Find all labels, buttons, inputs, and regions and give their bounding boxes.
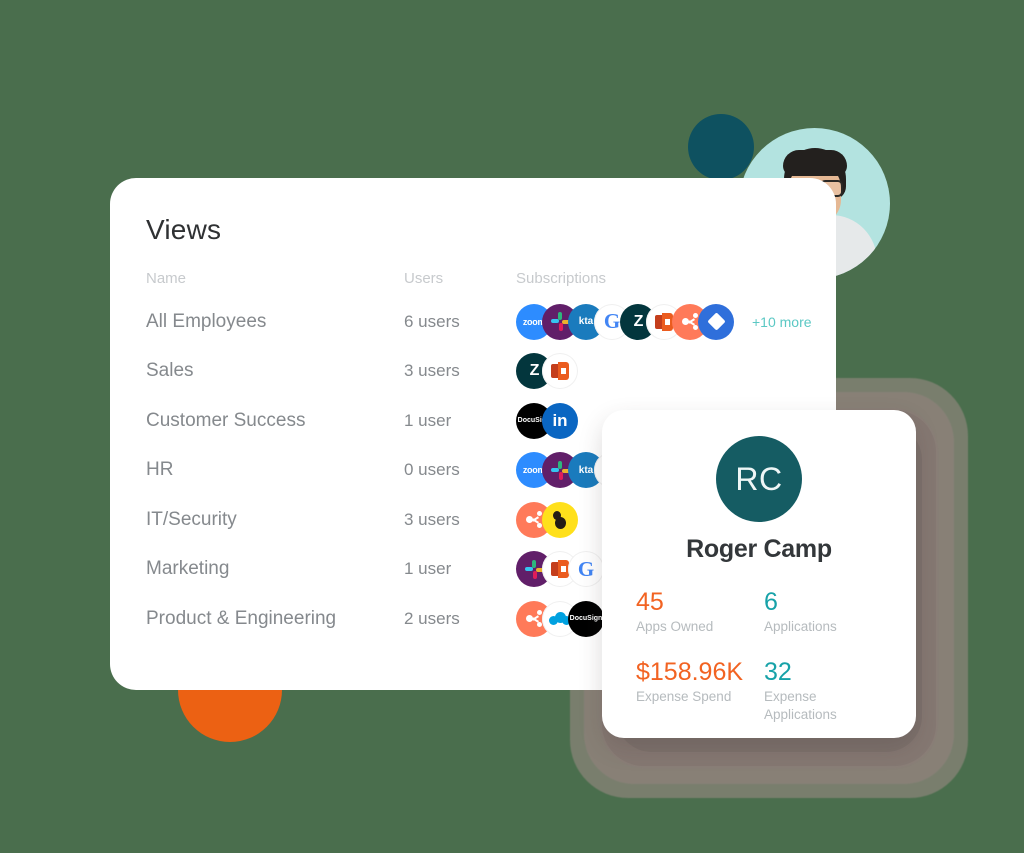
view-subscriptions: Z [516,353,816,390]
avatar-initials: RC [735,460,783,497]
profile-stats-grid: 45 Apps Owned 6 Applications $158.96K Expense… [636,588,892,723]
stat-value: $158.96K [636,657,744,686]
avatar: RC [716,436,802,522]
view-name: Sales [146,360,194,382]
app-icon-stack: zoom kta G Z [516,303,734,340]
teal-circle-decoration [688,114,754,180]
stat-label: Applications [764,619,837,634]
view-name: HR [146,459,174,481]
view-name: Marketing [146,558,230,580]
column-header-subscriptions: Subscriptions [516,270,607,287]
view-user-count: 3 users [404,361,460,381]
app-icon-stack: DocuSign in [516,402,578,439]
docusign-icon[interactable]: DocuSign [568,600,604,637]
stat-cell: $158.96K Expense Spend [636,658,764,724]
app-icon-stack: Z [516,353,578,390]
app-icon-stack: G [516,551,604,588]
view-name: Product & Engineering [146,607,337,629]
table-header-row: Name Users Subscriptions [146,270,816,297]
google-icon[interactable]: G [568,551,604,588]
app-icon-stack [516,501,578,538]
view-subscriptions: zoom kta G Z +10 more [516,303,816,340]
view-user-count: 6 users [404,311,460,331]
stat-cell: 6 Applications [764,588,892,636]
view-name: IT/Security [146,508,237,530]
photo-hair-front [782,150,847,176]
stat-label: Apps Owned [636,619,714,634]
mailchimp-icon[interactable] [542,501,578,538]
stat-label: Expense Spend [636,688,732,704]
view-user-count: 2 users [404,608,460,628]
stat-cell: 45 Apps Owned [636,588,764,636]
stat-value: 45 [636,588,664,616]
view-user-count: 0 users [404,460,460,480]
view-user-count: 1 user [404,410,452,430]
office-icon[interactable] [542,353,578,390]
app-icon-stack: DocuSign [516,600,604,637]
linkedin-icon[interactable]: in [542,402,578,439]
view-name: Customer Success [146,409,306,431]
page-stage: Views Name Users Subscriptions All Emplo… [0,0,1024,853]
view-user-count: 3 users [404,509,460,529]
column-header-users: Users [404,270,444,287]
more-subscriptions-link[interactable]: +10 more [752,314,812,330]
stat-value: 6 [764,588,778,616]
table-row[interactable]: Sales 3 users Z [146,347,816,397]
stat-label: Expense Applications [764,688,837,722]
profile-card: RC Roger Camp 45 Apps Owned 6 Applications $… [602,410,916,738]
stat-value: 32 [764,657,792,686]
stat-cell: 32 Expense Applications [764,658,892,724]
blue-diamond-icon[interactable] [698,303,734,340]
profile-name: Roger Camp [686,535,832,563]
column-header-name: Name [146,270,187,287]
orange-half-circle-decoration [178,690,282,742]
view-user-count: 1 user [404,559,452,579]
table-row[interactable]: All Employees 6 users zoom kta G Z +10 more [146,297,816,347]
page-title: Views [146,214,222,245]
view-name: All Employees [146,310,267,332]
